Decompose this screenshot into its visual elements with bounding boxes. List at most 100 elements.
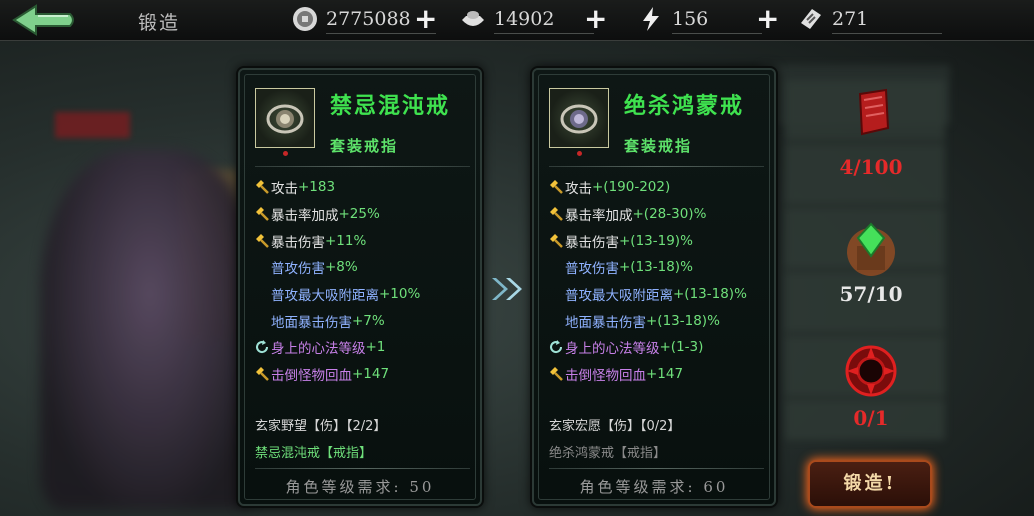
stat-value: +8% — [325, 259, 358, 276]
stat-label: 身上的心法等级 — [271, 341, 366, 358]
add-energy-button[interactable]: + — [756, 5, 779, 33]
add-coin-button[interactable]: + — [414, 5, 437, 33]
ticket-value: 271 — [832, 8, 869, 30]
background-sign — [55, 112, 130, 138]
current-item-panel: 禁忌混沌戒 套装戒指 攻击 +183 暴击率加成 +25% 暴击伤害 +11% 普攻伤害 +8… — [240, 70, 480, 504]
stat-row: 身上的心法等级 +1 — [254, 334, 474, 361]
item-name: 绝杀鸿蒙戒 — [624, 93, 745, 119]
stat-row: 普攻伤害 +(13-18)% — [548, 254, 768, 281]
set-piece: 禁忌混沌戒【戒指】 — [255, 446, 373, 461]
stat-row: 地面暴击伤害 +(13-18)% — [548, 307, 768, 334]
stat-label: 普攻伤害 — [271, 261, 325, 278]
stat-label: 攻击 — [271, 181, 298, 198]
ring-icon[interactable] — [549, 88, 609, 156]
red-scroll-icon[interactable] — [850, 88, 894, 138]
stat-value: +1 — [365, 339, 386, 356]
page-title: 锻造 — [138, 12, 181, 34]
stat-value: +147 — [352, 366, 390, 383]
ingot-icon — [462, 11, 484, 26]
top-bar: 锻造 2775088 + 14902 + 156 + 271 — [0, 0, 1034, 41]
stat-label: 暴击率加成 — [271, 208, 339, 225]
item-name: 禁忌混沌戒 — [330, 93, 451, 119]
item-type: 套装戒指 — [330, 137, 399, 155]
stat-label: 暴击伤害 — [565, 234, 619, 251]
energy-counter: 156 — [638, 4, 762, 36]
item-type: 套装戒指 — [624, 137, 693, 155]
hammer-icon — [550, 207, 563, 221]
stat-row: 击倒怪物回血 +147 — [548, 361, 768, 388]
stat-value: +(1-3) — [659, 339, 704, 356]
stat-label: 普攻最大吸附距离 — [565, 288, 673, 305]
coin-counter: 2775088 — [292, 4, 436, 36]
stat-label: 攻击 — [565, 181, 592, 198]
stat-label: 暴击率加成 — [565, 208, 633, 225]
cycle-icon — [256, 340, 269, 354]
stat-label: 地面暴击伤害 — [271, 314, 352, 331]
stat-row: 普攻最大吸附距离 +(13-18)% — [548, 281, 768, 308]
stat-label: 地面暴击伤害 — [565, 314, 646, 331]
hammer-icon — [550, 367, 563, 382]
stat-list: 攻击 +(190-202) 暴击率加成 +(28-30)% 暴击伤害 +(13-19)% 普… — [548, 174, 768, 388]
green-gem-icon[interactable] — [842, 218, 900, 278]
set-piece: 绝杀鸿蒙戒【戒指】 — [549, 446, 667, 461]
stat-row: 普攻伤害 +8% — [254, 254, 474, 281]
stat-value: +147 — [646, 366, 684, 383]
ring-image — [560, 104, 598, 134]
stat-value: +(190-202) — [592, 179, 671, 196]
stat-value: +10% — [379, 286, 421, 303]
add-ingot-button[interactable]: + — [584, 5, 607, 33]
stat-label: 普攻伤害 — [565, 261, 619, 278]
coin-icon — [293, 7, 317, 31]
energy-value: 156 — [672, 8, 709, 30]
stat-row: 暴击伤害 +11% — [254, 227, 474, 254]
background-character — [40, 150, 260, 510]
stat-list: 攻击 +183 暴击率加成 +25% 暴击伤害 +11% 普攻伤害 +8% 普攻最大吸附距离 +1… — [254, 174, 474, 388]
stat-value: +183 — [298, 179, 336, 196]
set-name: 玄家野望【伤】【2/2】 — [255, 419, 387, 434]
hammer-icon — [256, 367, 269, 382]
stat-value: +(28-30)% — [632, 206, 707, 223]
stat-value: +(13-18)% — [673, 286, 747, 303]
ticket-counter: 271 — [798, 4, 948, 36]
hammer-icon — [256, 233, 269, 248]
stat-value: +(13-18)% — [646, 312, 720, 329]
material-count: 0/1 — [853, 406, 889, 430]
stat-value: +(13-19)% — [619, 232, 693, 249]
next-item-panel: 绝杀鸿蒙戒 套装戒指 攻击 +(190-202) 暴击率加成 +(28-30)% 暴击伤… — [534, 70, 774, 504]
stat-label: 击倒怪物回血 — [565, 368, 646, 385]
red-rune-icon[interactable] — [842, 342, 900, 400]
cycle-icon — [550, 340, 563, 354]
stat-row: 身上的心法等级 +(1-3) — [548, 334, 768, 361]
ticket-icon — [801, 9, 821, 29]
hammer-icon — [550, 180, 563, 195]
stat-row: 击倒怪物回血 +147 — [254, 361, 474, 388]
stat-value: +11% — [325, 232, 367, 249]
stat-row: 攻击 +(190-202) — [548, 174, 768, 201]
stat-label: 身上的心法等级 — [565, 341, 660, 358]
set-name: 玄家宏愿【伤】【0/2】 — [549, 419, 681, 434]
ingot-counter: 14902 — [460, 4, 594, 36]
stat-row: 暴击伤害 +(13-19)% — [548, 227, 768, 254]
level-requirement: 角色等级需求: 50 — [285, 478, 435, 496]
stat-label: 暴击伤害 — [271, 234, 325, 251]
ring-image — [266, 104, 304, 134]
hammer-icon — [256, 207, 269, 221]
coin-value: 2775088 — [326, 8, 411, 30]
stat-row: 地面暴击伤害 +7% — [254, 307, 474, 334]
back-arrow-icon[interactable] — [10, 2, 76, 38]
stat-value: +(13-18)% — [619, 259, 693, 276]
ring-icon[interactable] — [255, 88, 315, 156]
double-chevron-right-icon — [492, 278, 522, 300]
lightning-icon — [643, 7, 659, 31]
material-count: 57/10 — [839, 282, 903, 306]
hammer-icon — [256, 180, 269, 195]
forge-button[interactable]: 锻造! — [810, 462, 930, 506]
ingot-value: 14902 — [494, 8, 555, 30]
level-requirement: 角色等级需求: 60 — [579, 478, 729, 496]
stat-label: 普攻最大吸附距离 — [271, 288, 379, 305]
hammer-icon — [550, 233, 563, 248]
stat-value: +25% — [338, 206, 380, 223]
stat-row: 暴击率加成 +(28-30)% — [548, 201, 768, 228]
stat-label: 击倒怪物回血 — [271, 368, 352, 385]
stat-row: 攻击 +183 — [254, 174, 474, 201]
